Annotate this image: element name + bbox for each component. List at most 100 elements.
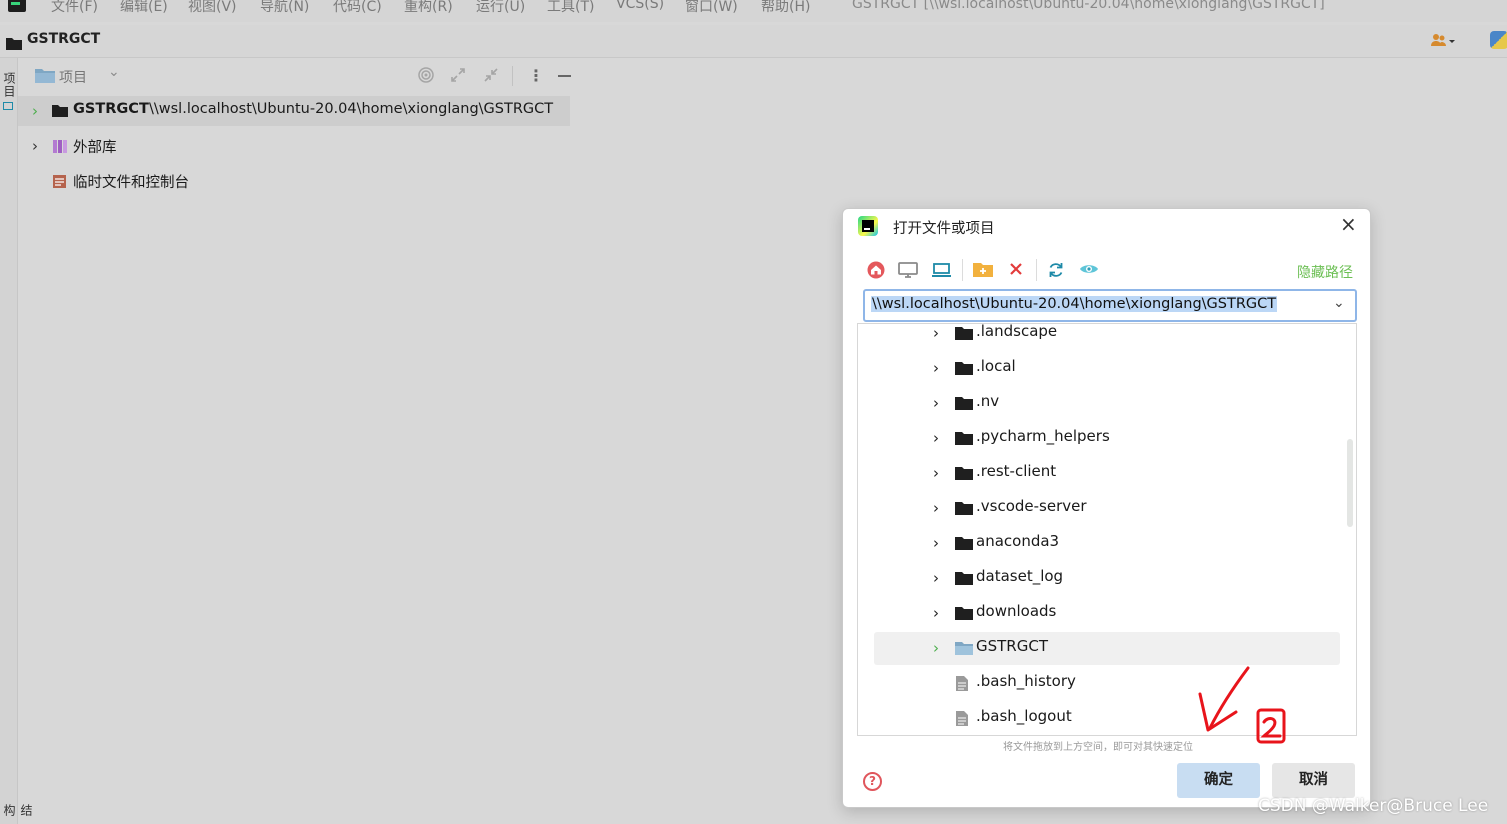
tree-row-selected[interactable]: › GSTRGCT: [874, 632, 1340, 665]
help-icon[interactable]: ?: [863, 772, 882, 791]
chevron-right-icon[interactable]: ›: [933, 464, 939, 482]
tree-item-label: .bash_history: [976, 672, 1076, 690]
menu-bar: 文件(F) 编辑(E) 视图(V) 导航(N) 代码(C) 重构(R) 运行(U…: [0, 0, 1507, 22]
tree-row[interactable]: › .local: [874, 352, 1340, 385]
show-hidden-eye-icon[interactable]: [1079, 261, 1099, 281]
path-input-value: \\wsl.localhost\Ubuntu-20.04\home\xiongl…: [871, 296, 1278, 312]
tree-item-label: .bash_logout: [976, 707, 1072, 725]
project-title-bar: GSTRGCT: [0, 25, 1507, 58]
menu-refactor[interactable]: 重构(R): [404, 0, 453, 16]
menu-vcs[interactable]: VCS(S): [616, 0, 664, 12]
menu-edit[interactable]: 编辑(E): [120, 0, 168, 16]
chevron-right-icon[interactable]: ›: [933, 499, 939, 517]
folder-icon: [955, 466, 973, 484]
chevron-right-icon[interactable]: ›: [933, 359, 939, 377]
tree-row-project-root[interactable]: › GSTRGCT \\wsl.localhost\Ubuntu-20.04\h…: [18, 96, 570, 126]
toolbar-divider: [512, 66, 513, 86]
cancel-button[interactable]: 取消: [1272, 763, 1355, 798]
watermark: CSDN @Walker@Bruce Lee: [1258, 796, 1489, 816]
collapse-all-icon[interactable]: [483, 67, 499, 87]
collaboration-user-icon[interactable]: [1430, 33, 1456, 53]
more-options-icon[interactable]: ⋮: [528, 66, 544, 85]
tree-row[interactable]: › .pycharm_helpers: [874, 422, 1340, 455]
project-name[interactable]: GSTRGCT: [27, 31, 100, 47]
laptop-icon[interactable]: [931, 261, 952, 283]
hide-path-link[interactable]: 隐藏路径: [1297, 262, 1353, 282]
left-tool-strip: 项目 结构: [0, 58, 33, 824]
chevron-right-icon[interactable]: ›: [933, 429, 939, 447]
menu-view[interactable]: 视图(V): [188, 0, 237, 16]
drag-drop-hint: 将文件拖放到上方空间，即可对其快速定位: [1003, 742, 1193, 753]
folder-icon: [955, 326, 973, 344]
chevron-right-icon[interactable]: ›: [32, 137, 38, 155]
toolbar-divider: [962, 259, 963, 281]
chevron-down-icon[interactable]: ⌄: [108, 64, 120, 80]
folder-icon: [955, 571, 973, 589]
file-icon: [955, 675, 969, 696]
chevron-right-icon[interactable]: ›: [933, 394, 939, 412]
tree-external-libraries: 外部库: [73, 140, 117, 156]
path-input[interactable]: \\wsl.localhost\Ubuntu-20.04\home\xiongl…: [863, 289, 1357, 322]
desktop-icon[interactable]: [898, 261, 918, 283]
tree-row[interactable]: › anaconda3: [874, 527, 1340, 560]
tree-item-label: .pycharm_helpers: [976, 427, 1110, 445]
menu-help[interactable]: 帮助(H): [761, 0, 810, 16]
chevron-right-icon[interactable]: ›: [933, 604, 939, 622]
chevron-right-icon[interactable]: ›: [933, 639, 939, 657]
tree-item-label: .nv: [976, 392, 1000, 410]
scrollbar-thumb[interactable]: [1347, 439, 1353, 527]
tree-row[interactable]: › downloads: [874, 597, 1340, 630]
menu-file[interactable]: 文件(F): [51, 0, 98, 16]
folder-icon: [955, 606, 973, 624]
home-icon[interactable]: [867, 261, 885, 283]
chevron-right-icon[interactable]: ›: [933, 324, 939, 342]
menu-window[interactable]: 窗口(W): [685, 0, 738, 16]
chevron-right-icon[interactable]: ›: [933, 569, 939, 587]
tree-project-name: GSTRGCT: [73, 101, 149, 117]
tree-item-label: GSTRGCT: [976, 637, 1048, 655]
project-tab-icon: [3, 102, 13, 110]
tree-item-label: .landscape: [976, 323, 1058, 340]
structure-tool-tab[interactable]: 结构: [1, 804, 35, 824]
pycharm-logo-icon: [8, 0, 26, 12]
folder-icon: [955, 431, 973, 449]
tree-row[interactable]: › .vscode-server: [874, 492, 1340, 525]
project-view-title[interactable]: 项目: [59, 67, 87, 87]
toolbar-divider: [1036, 259, 1037, 281]
chevron-right-icon[interactable]: ›: [32, 102, 38, 120]
tree-item-label: .vscode-server: [976, 497, 1087, 515]
annotation-arrow-mark: [1198, 666, 1286, 744]
tree-item-label: .rest-client: [976, 462, 1057, 480]
file-icon: [955, 710, 969, 731]
refresh-icon[interactable]: [1047, 261, 1065, 283]
window-title: GSTRGCT [\\wsl.localhost\Ubuntu-20.04\ho…: [852, 0, 1325, 12]
tree-row[interactable]: › .rest-client: [874, 457, 1340, 490]
delete-icon[interactable]: [1008, 261, 1024, 281]
tree-row[interactable]: › .landscape: [874, 323, 1340, 350]
ok-button[interactable]: 确定: [1177, 763, 1260, 798]
project-folder-icon: [35, 68, 55, 87]
chevron-right-icon[interactable]: ›: [933, 534, 939, 552]
minimize-icon[interactable]: [558, 75, 571, 77]
project-tool-header: 项目 ⌄ ⋮: [18, 58, 580, 94]
menu-code[interactable]: 代码(C): [333, 0, 382, 16]
tree-item-label: .local: [976, 357, 1016, 375]
folder-icon: [955, 396, 973, 414]
tree-row-external-libraries[interactable]: › 外部库: [18, 131, 318, 161]
tree-scratches-consoles: 临时文件和控制台: [73, 175, 189, 191]
tree-row[interactable]: › .nv: [874, 387, 1340, 420]
tree-row[interactable]: › dataset_log: [874, 562, 1340, 595]
python-interpreter-icon[interactable]: [1490, 31, 1507, 49]
menu-navigate[interactable]: 导航(N): [260, 0, 309, 16]
expand-all-icon[interactable]: [450, 67, 466, 87]
new-folder-icon[interactable]: [973, 261, 993, 282]
dialog-title: 打开文件或项目: [893, 221, 995, 237]
menu-run[interactable]: 运行(U): [476, 0, 525, 16]
close-icon[interactable]: ×: [1340, 214, 1357, 234]
tree-row-scratches[interactable]: 临时文件和控制台: [18, 166, 318, 196]
locate-target-icon[interactable]: [418, 67, 434, 87]
project-tool-tab[interactable]: 项目: [1, 72, 18, 98]
tree-item-label: anaconda3: [976, 532, 1060, 550]
chevron-down-icon[interactable]: ⌄: [1333, 295, 1345, 311]
menu-tools[interactable]: 工具(T): [547, 0, 594, 16]
